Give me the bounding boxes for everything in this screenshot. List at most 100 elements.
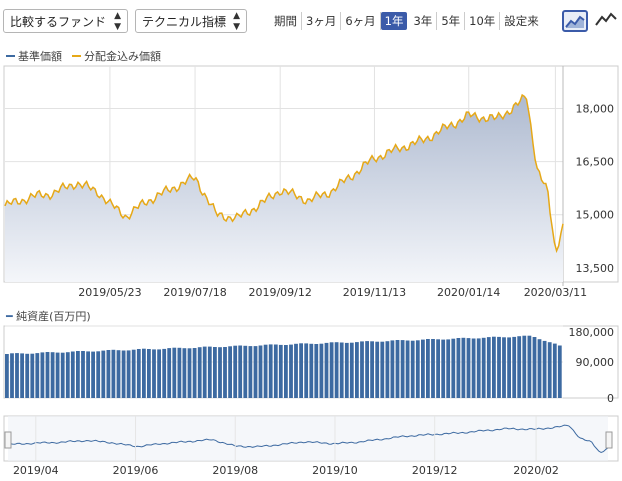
net-assets-bar: [415, 340, 420, 398]
net-assets-bar: [91, 351, 95, 398]
price-chart-svg: 2019/05/23 2019/07/18 2019/09/12 2019/11/13…: [3, 65, 619, 477]
net-assets-bar: [527, 335, 532, 398]
net-assets-bar: [35, 353, 40, 398]
net-assets-bar: [50, 352, 55, 398]
y-tick-label: 18,000: [576, 102, 615, 115]
net-assets-bar: [55, 352, 60, 398]
net-assets-bar: [15, 353, 19, 398]
net-assets-bar: [471, 338, 476, 398]
net-assets-bar: [375, 341, 380, 398]
x-tick-label: 2019/09/12: [248, 286, 311, 299]
y-tick-label: 16,500: [576, 156, 615, 169]
net-assets-bar: [436, 339, 440, 398]
net-assets-bar: [81, 351, 85, 398]
net-assets-bar: [405, 340, 410, 398]
net-assets-bar: [111, 349, 116, 398]
net-assets-bar: [492, 336, 496, 398]
net-assets-bar: [167, 348, 172, 398]
net-assets-bar: [486, 337, 491, 398]
net-assets-bar: [126, 350, 131, 398]
net-assets-bar: [314, 344, 319, 398]
navigator-selection[interactable]: [8, 416, 608, 461]
navigator-tick-label: 2019/12: [412, 464, 458, 477]
net-assets-bar: [131, 349, 136, 398]
net-assets-bar: [349, 342, 354, 398]
net-assets-bar: [344, 342, 349, 398]
x-tick-label: 2019/11/13: [343, 286, 406, 299]
net-assets-bar: [329, 342, 334, 398]
net-assets-bar: [121, 350, 126, 398]
net-assets-bar: [30, 353, 35, 398]
net-assets-bar: [233, 345, 238, 398]
net-assets-title: ━ 純資産(百万円): [5, 310, 91, 323]
navigator-tick-label: 2020/02: [513, 464, 559, 477]
navigator-handle-left[interactable]: [4, 431, 12, 449]
navigator-tick-label: 2019/08: [212, 464, 258, 477]
net-assets-bar: [238, 345, 243, 398]
net-assets-bar: [299, 343, 303, 398]
net-assets-bar: [507, 337, 511, 398]
net-assets-bar: [106, 350, 111, 398]
net-assets-bar: [253, 346, 258, 398]
net-assets-bar: [537, 339, 542, 398]
navigator-tick-label: 2019/06: [113, 464, 159, 477]
net-assets-bar: [466, 338, 471, 398]
net-assets-bar: [202, 346, 207, 398]
net-assets-bar: [263, 344, 268, 398]
net-assets-bar: [207, 346, 212, 398]
net-assets-bar: [177, 347, 182, 398]
net-assets-bar: [481, 337, 486, 398]
x-tick-label: 2019/07/18: [163, 286, 226, 299]
y-tick-label: 15,000: [576, 209, 615, 222]
net-assets-bar: [228, 346, 232, 398]
x-tick-label: 2019/05/23: [78, 286, 141, 299]
net-assets-bar: [65, 352, 70, 398]
net-assets-bar: [70, 351, 75, 398]
net-assets-bar: [360, 341, 364, 398]
net-assets-bar: [187, 348, 192, 398]
net-assets-bar: [136, 349, 141, 398]
net-assets-bar: [522, 335, 527, 398]
bar-y-tick-label: 0: [607, 392, 614, 405]
net-assets-bar: [147, 349, 151, 398]
net-assets-bar: [426, 339, 430, 398]
net-assets-bar: [502, 337, 506, 398]
net-assets-bar: [476, 338, 481, 398]
net-assets-bar: [45, 352, 50, 398]
net-assets-bar: [268, 344, 273, 398]
net-assets-bar: [547, 342, 552, 398]
net-assets-bar: [157, 349, 161, 398]
net-assets-bar: [446, 339, 451, 398]
x-tick-label: 2020/01/14: [437, 286, 500, 299]
net-assets-bar: [142, 348, 146, 398]
net-assets-bar: [456, 338, 461, 398]
navigator-tick-label: 2019/10: [312, 464, 358, 477]
net-assets-bar: [5, 354, 9, 398]
net-assets-bar: [116, 350, 121, 398]
net-assets-bar: [152, 349, 156, 398]
y-tick-label: 13,500: [576, 262, 615, 275]
navigator-tick-label: 2019/04: [13, 464, 59, 477]
net-assets-bar: [197, 347, 202, 398]
net-assets-bar: [20, 353, 24, 398]
net-assets-bar: [289, 344, 293, 398]
net-assets-bar: [380, 341, 385, 398]
net-assets-bar: [162, 348, 167, 398]
net-assets-bar: [365, 341, 369, 398]
net-assets-bar: [273, 344, 278, 398]
net-assets-bar: [552, 343, 557, 398]
net-assets-bar: [218, 347, 222, 398]
bar-y-tick-label: 90,000: [576, 356, 615, 369]
net-assets-bar: [512, 336, 517, 398]
net-assets-bar: [243, 345, 248, 398]
net-assets-bar: [517, 336, 522, 398]
net-assets-bar: [304, 343, 309, 398]
net-assets-bar: [172, 347, 177, 398]
x-tick-label: 2020/03/11: [524, 286, 587, 299]
net-assets-bar: [101, 350, 106, 398]
net-assets-bar: [309, 343, 314, 398]
net-assets-bar: [40, 352, 45, 398]
net-assets-bar: [10, 353, 14, 398]
net-assets-bar: [334, 342, 339, 398]
navigator-handle-right[interactable]: [605, 431, 613, 449]
